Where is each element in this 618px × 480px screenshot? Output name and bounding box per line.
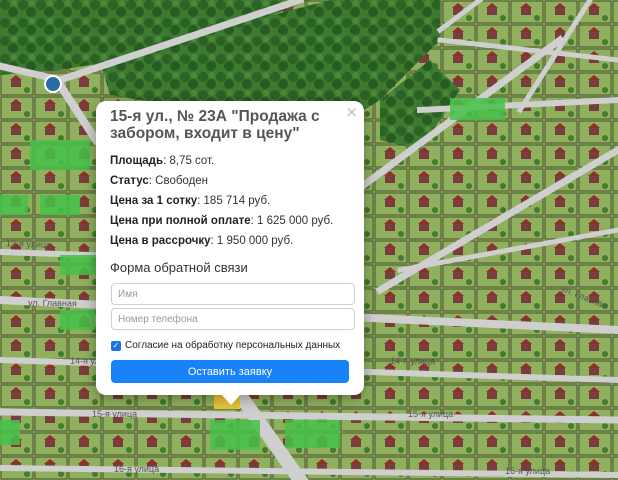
consent-label: Согласие на обработку персональных данны… [125, 340, 341, 351]
phone-input[interactable] [111, 308, 355, 330]
info-row-area: Площадь: 8,75 сот. [110, 151, 355, 171]
street-label: 16-я улица [114, 464, 160, 474]
plot-info-popup: × 15-я ул., № 23А "Продажа с забором, вх… [96, 101, 364, 395]
info-value: : 1 625 000 руб. [250, 215, 334, 227]
info-label: Площадь [110, 155, 164, 167]
street-label: 12-я улица [5, 238, 52, 250]
street-label: ул. Главная [27, 297, 77, 309]
info-value: : 1 950 000 руб. [210, 235, 294, 247]
form-title: Форма обратной связи [110, 260, 248, 275]
info-row-price-per-sotka: Цена за 1 сотку: 185 714 руб. [110, 191, 355, 211]
info-label: Цена за 1 сотку [110, 195, 198, 207]
name-input[interactable] [111, 283, 355, 305]
submit-button[interactable]: Оставить заявку [111, 360, 349, 383]
info-row-status: Статус: Свободен [110, 171, 355, 191]
info-row-full-price: Цена при полной оплате: 1 625 000 руб. [110, 211, 355, 231]
info-label: Статус [110, 175, 149, 187]
street-label: 16-я улица [505, 466, 551, 476]
consent-row[interactable]: ✓ Согласие на обработку персональных дан… [111, 340, 340, 351]
popup-title: 15-я ул., № 23А "Продажа с забором, вход… [110, 108, 320, 142]
info-row-installment-price: Цена в рассрочку: 1 950 000 руб. [110, 231, 355, 251]
location-marker-icon[interactable] [44, 75, 62, 93]
info-value: : 185 714 руб. [197, 195, 271, 207]
street-label: 15-я улица [408, 409, 454, 419]
street-label: 15-я улица [92, 409, 138, 419]
plot-details: Площадь: 8,75 сот. Статус: Свободен Цена… [110, 151, 355, 251]
close-icon[interactable]: × [345, 105, 358, 120]
info-value: : 8,75 сот. [163, 155, 215, 167]
info-value: : Свободен [148, 175, 209, 187]
info-label: Цена при полной оплате [110, 215, 251, 227]
consent-checkbox[interactable]: ✓ [111, 340, 121, 351]
info-label: Цена в рассрочку [110, 235, 211, 247]
popup-tip [221, 394, 241, 405]
street-label: 14-я улица [389, 355, 436, 367]
